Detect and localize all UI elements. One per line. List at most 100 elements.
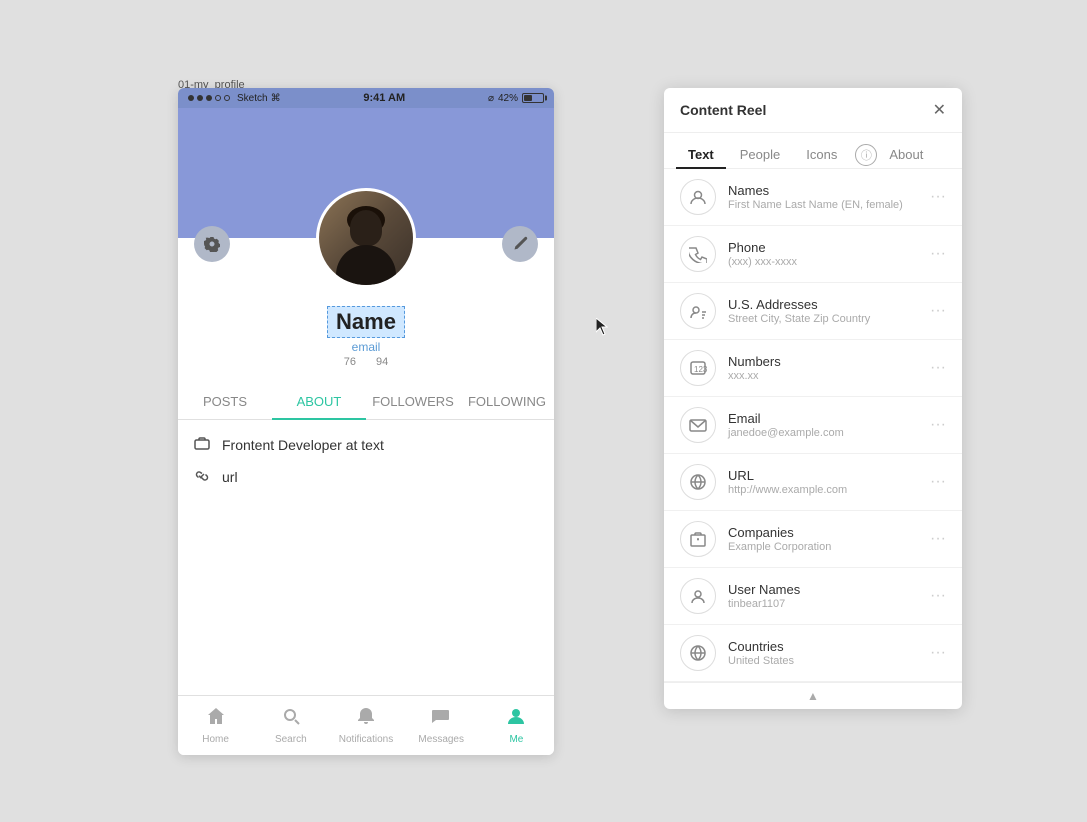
reel-tab-about[interactable]: About bbox=[877, 141, 935, 168]
nav-home-label: Home bbox=[202, 734, 229, 745]
briefcase-icon bbox=[194, 436, 212, 454]
search-icon bbox=[281, 706, 301, 732]
url-more-button[interactable]: ··· bbox=[930, 473, 946, 491]
home-icon bbox=[206, 706, 226, 732]
numbers-icon: 123 bbox=[680, 350, 716, 386]
status-bar: Sketch ⌘ 9:41 AM ⌀ 42% bbox=[178, 88, 554, 108]
usernames-content: User Names tinbear1107 bbox=[728, 582, 930, 610]
reel-list: Names First Name Last Name (EN, female) … bbox=[664, 169, 962, 682]
profile-tabs: POSTS ABOUT FOLLOWERS FOLLOWING bbox=[178, 384, 554, 420]
profile-email[interactable]: email bbox=[186, 340, 546, 354]
reel-item-numbers[interactable]: 123 Numbers xxx.xx ··· bbox=[664, 340, 962, 397]
url-subtitle: http://www.example.com bbox=[728, 484, 930, 496]
url-content: URL http://www.example.com bbox=[728, 468, 930, 496]
countries-more-button[interactable]: ··· bbox=[930, 644, 946, 662]
email-more-button[interactable]: ··· bbox=[930, 416, 946, 434]
names-icon bbox=[680, 179, 716, 215]
tab-posts[interactable]: POSTS bbox=[178, 384, 272, 419]
bottom-nav: Home Search Notifications Messages Me bbox=[178, 695, 554, 755]
reel-item-names[interactable]: Names First Name Last Name (EN, female) … bbox=[664, 169, 962, 226]
signal-dot-1 bbox=[188, 95, 194, 101]
names-more-button[interactable]: ··· bbox=[930, 188, 946, 206]
usernames-subtitle: tinbear1107 bbox=[728, 598, 930, 610]
phone-frame: Sketch ⌘ 9:41 AM ⌀ 42% bbox=[178, 88, 554, 755]
about-url: url bbox=[194, 468, 538, 486]
reel-item-companies[interactable]: Companies Example Corporation ··· bbox=[664, 511, 962, 568]
companies-subtitle: Example Corporation bbox=[728, 541, 930, 553]
tab-followers[interactable]: FOLLOWERS bbox=[366, 384, 460, 419]
countries-content: Countries United States bbox=[728, 639, 930, 667]
tab-following[interactable]: FOLLOWING bbox=[460, 384, 554, 419]
messages-icon bbox=[431, 706, 451, 732]
scroll-up-icon[interactable]: ▲ bbox=[807, 689, 819, 703]
nav-me[interactable]: Me bbox=[479, 696, 554, 755]
email-content: Email janedoe@example.com bbox=[728, 411, 930, 439]
numbers-more-button[interactable]: ··· bbox=[930, 359, 946, 377]
wifi-icon: ⌘ bbox=[271, 93, 281, 104]
addresses-subtitle: Street City, State Zip Country bbox=[728, 313, 930, 325]
usernames-icon bbox=[680, 578, 716, 614]
about-job: Frontent Developer at text bbox=[194, 436, 538, 454]
signal-dot-2 bbox=[197, 95, 203, 101]
reel-header: Content Reel ✕ bbox=[664, 88, 962, 133]
companies-content: Companies Example Corporation bbox=[728, 525, 930, 553]
followers-count: 94 bbox=[376, 356, 388, 368]
companies-title: Companies bbox=[728, 525, 930, 540]
reel-tab-info[interactable]: ⓘ bbox=[855, 144, 877, 166]
profile-name[interactable]: Name bbox=[327, 306, 405, 338]
content-reel-panel: Content Reel ✕ Text People Icons ⓘ About… bbox=[664, 88, 962, 709]
me-icon bbox=[506, 706, 526, 732]
reel-item-addresses[interactable]: U.S. Addresses Street City, State Zip Co… bbox=[664, 283, 962, 340]
close-button[interactable]: ✕ bbox=[933, 100, 946, 120]
edit-button[interactable] bbox=[502, 226, 538, 262]
reel-tab-people[interactable]: People bbox=[728, 141, 792, 168]
reel-item-email[interactable]: Email janedoe@example.com ··· bbox=[664, 397, 962, 454]
reel-tab-text[interactable]: Text bbox=[676, 141, 726, 168]
usernames-more-button[interactable]: ··· bbox=[930, 587, 946, 605]
avatar-image bbox=[319, 191, 413, 285]
reel-item-url[interactable]: URL http://www.example.com ··· bbox=[664, 454, 962, 511]
names-content: Names First Name Last Name (EN, female) bbox=[728, 183, 930, 211]
svg-text:123: 123 bbox=[694, 365, 707, 374]
settings-button[interactable] bbox=[194, 226, 230, 262]
avatar[interactable] bbox=[316, 188, 416, 288]
phone-content: Phone (xxx) xxx-xxxx bbox=[728, 240, 930, 268]
nav-messages[interactable]: Messages bbox=[404, 696, 479, 755]
nav-me-label: Me bbox=[509, 734, 523, 745]
addresses-title: U.S. Addresses bbox=[728, 297, 930, 312]
numbers-content: Numbers xxx.xx bbox=[728, 354, 930, 382]
about-content: Frontent Developer at text url bbox=[178, 420, 554, 516]
email-icon bbox=[680, 407, 716, 443]
url-text[interactable]: url bbox=[222, 469, 238, 485]
signal-dot-4 bbox=[215, 95, 221, 101]
signal-dot-3 bbox=[206, 95, 212, 101]
reel-item-usernames[interactable]: User Names tinbear1107 ··· bbox=[664, 568, 962, 625]
usernames-title: User Names bbox=[728, 582, 930, 597]
link-icon bbox=[194, 468, 212, 486]
countries-icon bbox=[680, 635, 716, 671]
job-text: Frontent Developer at text bbox=[222, 437, 384, 453]
countries-title: Countries bbox=[728, 639, 930, 654]
reel-item-phone[interactable]: Phone (xxx) xxx-xxxx ··· bbox=[664, 226, 962, 283]
numbers-title: Numbers bbox=[728, 354, 930, 369]
nav-notifications-label: Notifications bbox=[339, 734, 393, 745]
addresses-more-button[interactable]: ··· bbox=[930, 302, 946, 320]
nav-messages-label: Messages bbox=[418, 734, 464, 745]
nav-notifications[interactable]: Notifications bbox=[328, 696, 403, 755]
profile-info: Name email 76 94 bbox=[178, 298, 554, 376]
reel-tab-icons[interactable]: Icons bbox=[794, 141, 849, 168]
battery-icon bbox=[522, 93, 544, 103]
phone-more-button[interactable]: ··· bbox=[930, 245, 946, 263]
companies-more-button[interactable]: ··· bbox=[930, 530, 946, 548]
nav-home[interactable]: Home bbox=[178, 696, 253, 755]
names-subtitle: First Name Last Name (EN, female) bbox=[728, 199, 930, 211]
addresses-icon bbox=[680, 293, 716, 329]
reel-tabs: Text People Icons ⓘ About bbox=[664, 133, 962, 169]
time-display: 9:41 AM bbox=[363, 92, 405, 104]
reel-item-countries[interactable]: Countries United States ··· bbox=[664, 625, 962, 682]
carrier-label: Sketch bbox=[237, 93, 268, 104]
nav-search[interactable]: Search bbox=[253, 696, 328, 755]
tab-about[interactable]: ABOUT bbox=[272, 384, 366, 419]
email-subtitle: janedoe@example.com bbox=[728, 427, 930, 439]
phone-title: Phone bbox=[728, 240, 930, 255]
